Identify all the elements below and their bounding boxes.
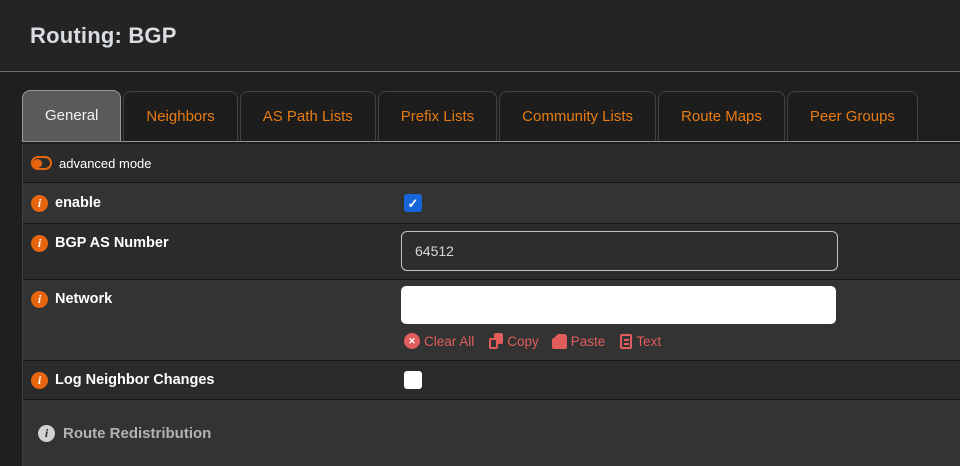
tab-route-maps[interactable]: Route Maps — [658, 91, 785, 141]
circle-x-icon — [404, 333, 420, 349]
bgp-as-number-label: BGP AS Number — [55, 235, 169, 251]
log-neighbor-changes-checkbox[interactable]: ✓ — [404, 371, 422, 389]
enable-label: enable — [55, 195, 101, 211]
info-icon — [31, 235, 48, 252]
clear-all-label: Clear All — [424, 334, 474, 349]
tab-prefix-lists[interactable]: Prefix Lists — [378, 91, 497, 141]
text-button[interactable]: Text — [620, 334, 661, 349]
bgp-as-number-control-cell — [401, 224, 960, 279]
copy-label: Copy — [507, 334, 539, 349]
tab-general[interactable]: General — [22, 90, 121, 141]
info-icon — [31, 291, 48, 308]
log-neighbor-changes-row: Log Neighbor Changes ✓ — [23, 361, 960, 400]
tab-peer-groups[interactable]: Peer Groups — [787, 91, 918, 141]
network-row: Network Clear All Copy Paste — [23, 280, 960, 361]
log-neighbor-changes-label-cell: Log Neighbor Changes — [23, 361, 401, 399]
bgp-as-number-label-cell: BGP AS Number — [23, 224, 401, 279]
enable-checkbox[interactable]: ✓ — [404, 194, 422, 212]
network-input[interactable] — [401, 286, 836, 324]
route-redistribution-section: Route Redistribution — [23, 400, 960, 466]
advanced-mode-cell: advanced mode — [23, 144, 401, 182]
page-header: Routing: BGP — [0, 0, 960, 72]
toggle-knob — [33, 159, 42, 168]
text-label: Text — [636, 334, 661, 349]
bgp-as-number-row: BGP AS Number — [23, 224, 960, 280]
paste-label: Paste — [571, 334, 606, 349]
advanced-mode-toggle-icon[interactable] — [31, 156, 52, 170]
clear-all-button[interactable]: Clear All — [404, 333, 474, 349]
network-label: Network — [55, 291, 112, 307]
enable-label-cell: enable — [23, 183, 401, 223]
info-icon — [31, 195, 48, 212]
network-label-cell: Network — [23, 280, 401, 360]
tab-neighbors[interactable]: Neighbors — [123, 91, 237, 141]
advanced-mode-row: advanced mode — [23, 144, 960, 183]
network-actions: Clear All Copy Paste Text — [404, 333, 960, 349]
info-icon — [31, 372, 48, 389]
network-control-cell: Clear All Copy Paste Text — [401, 280, 960, 360]
enable-row: enable ✓ — [23, 183, 960, 224]
paste-button[interactable]: Paste — [554, 334, 606, 349]
bgp-as-number-input[interactable] — [401, 231, 838, 271]
tab-community-lists[interactable]: Community Lists — [499, 91, 656, 141]
tab-as-path-lists[interactable]: AS Path Lists — [240, 91, 376, 141]
advanced-mode-label: advanced mode — [59, 156, 152, 171]
paste-icon — [554, 334, 567, 349]
copy-icon — [489, 333, 503, 349]
log-neighbor-changes-label: Log Neighbor Changes — [55, 372, 215, 388]
copy-button[interactable]: Copy — [489, 333, 539, 349]
log-neighbor-changes-control-cell: ✓ — [401, 361, 960, 399]
tab-strip: General Neighbors AS Path Lists Prefix L… — [22, 92, 960, 142]
enable-control-cell: ✓ — [401, 183, 960, 223]
info-icon — [38, 425, 55, 442]
file-text-icon — [620, 334, 632, 349]
page-title: Routing: BGP — [30, 23, 177, 49]
bgp-settings-table: advanced mode enable ✓ BGP AS Number Net… — [22, 144, 960, 466]
checkmark-icon: ✓ — [408, 197, 419, 210]
route-redistribution-label: Route Redistribution — [63, 425, 211, 442]
